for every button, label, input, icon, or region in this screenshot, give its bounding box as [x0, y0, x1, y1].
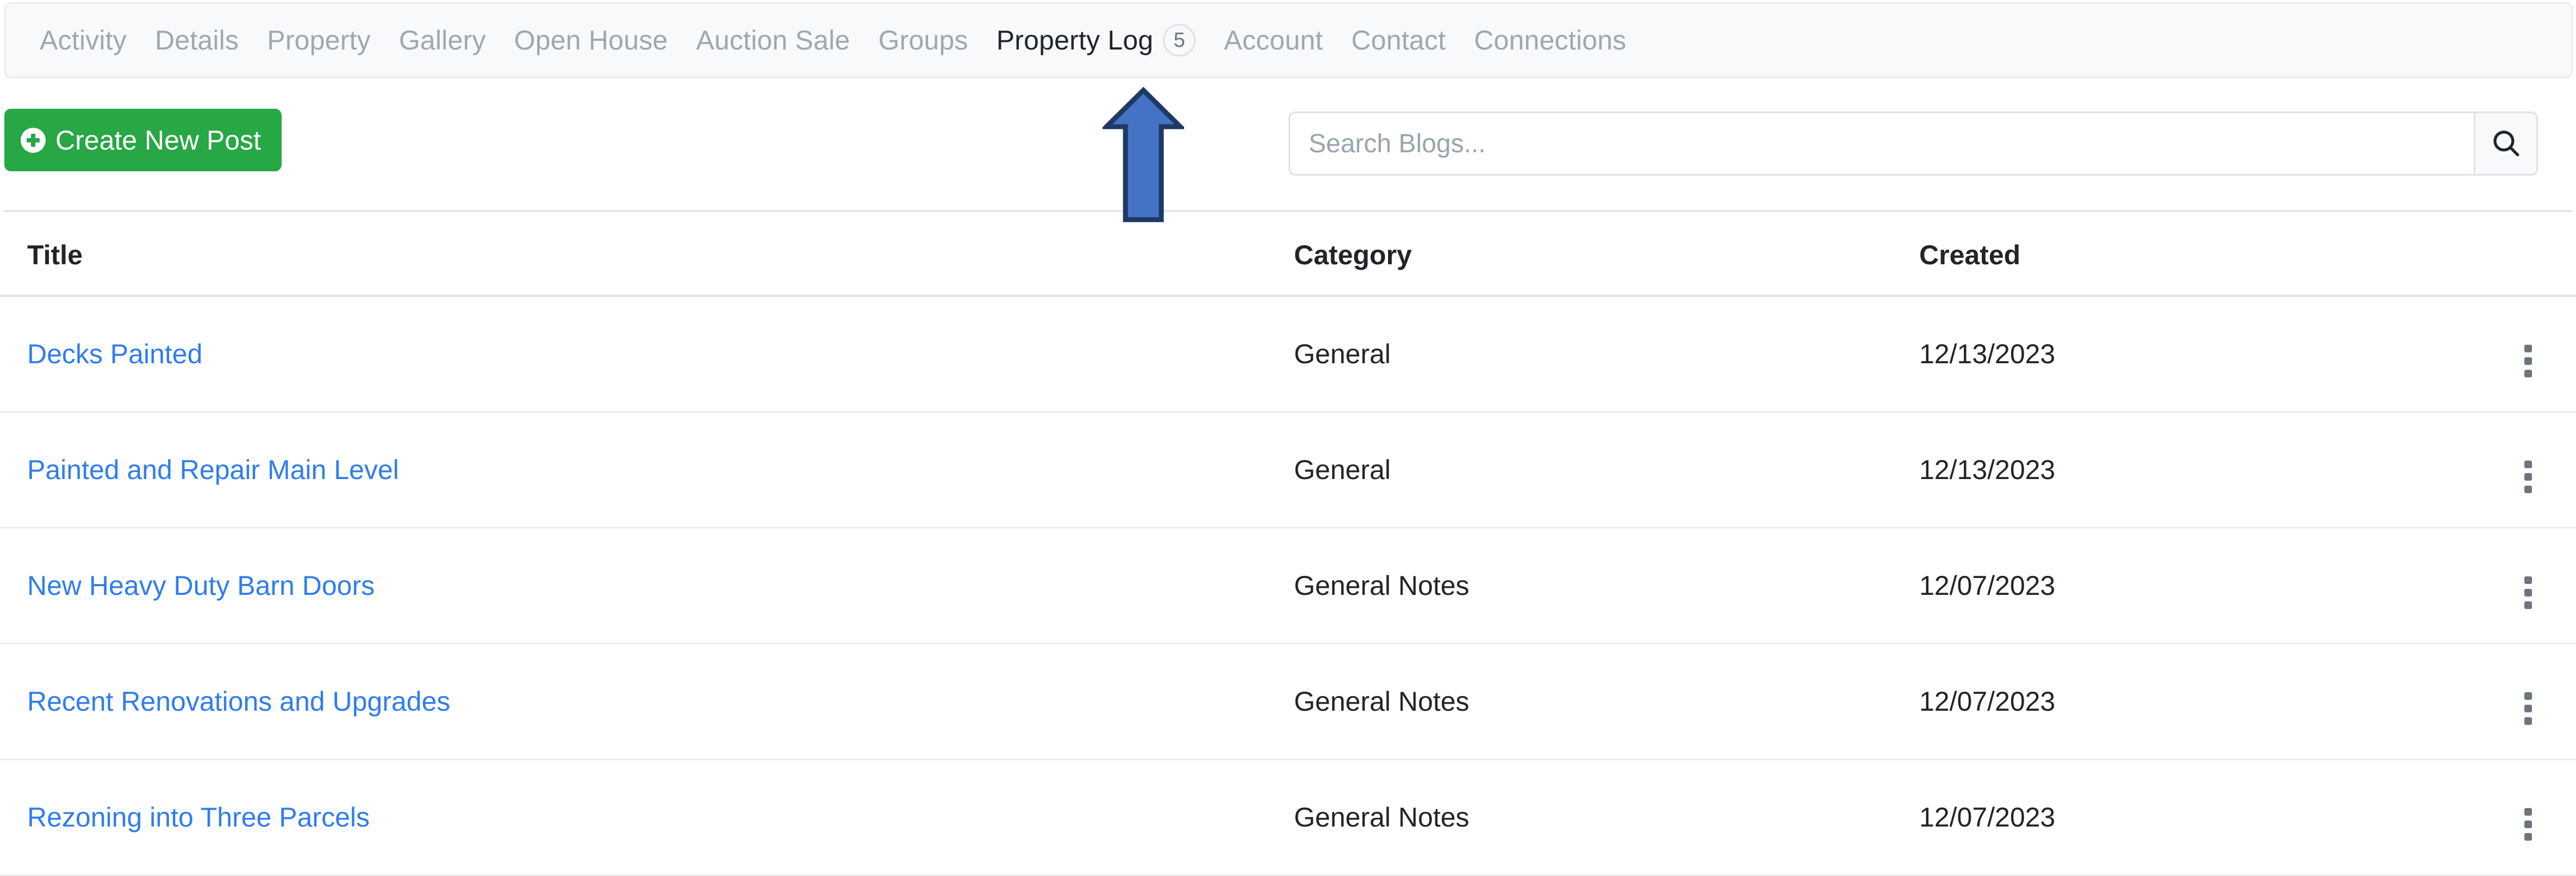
row-actions-cell: [2496, 296, 2576, 413]
tab-open-house-label: Open House: [514, 25, 668, 55]
row-category-cell: General Notes: [1272, 643, 1897, 760]
kebab-menu-icon[interactable]: [2521, 341, 2535, 381]
tab-account-label: Account: [1224, 25, 1323, 55]
row-category-cell: General: [1272, 412, 1897, 529]
table-row: Rezoning into Three Parcels General Note…: [0, 759, 2576, 876]
tab-auction-sale-label: Auction Sale: [696, 25, 850, 55]
tab-account[interactable]: Account: [1210, 27, 1337, 54]
row-actions-cell: [2496, 759, 2576, 876]
property-log-count-badge: 5: [1163, 24, 1196, 57]
property-log-table: Title Category Created Decks Painted Gen…: [0, 215, 2576, 876]
table-header-row: Title Category Created: [0, 215, 2576, 297]
tab-property-log-label: Property Log: [996, 25, 1154, 55]
row-created-cell: 12/07/2023: [1897, 527, 2496, 644]
tab-property-label: Property: [267, 25, 371, 55]
tab-auction-sale[interactable]: Auction Sale: [682, 27, 864, 54]
kebab-menu-icon[interactable]: [2521, 573, 2535, 612]
table-row: Recent Renovations and Upgrades General …: [0, 643, 2576, 760]
tab-gallery-label: Gallery: [399, 25, 486, 55]
post-title-link[interactable]: New Heavy Duty Barn Doors: [27, 570, 375, 601]
property-tabs-nav: Activity Details Property Gallery Open H…: [4, 2, 2573, 78]
post-title-link[interactable]: Painted and Repair Main Level: [27, 455, 399, 485]
row-created-cell: 12/13/2023: [1897, 296, 2496, 413]
column-header-category[interactable]: Category: [1272, 215, 1897, 297]
kebab-menu-icon[interactable]: [2521, 689, 2535, 728]
post-title-link[interactable]: Decks Painted: [27, 339, 202, 369]
tab-details-label: Details: [154, 25, 239, 55]
kebab-menu-icon[interactable]: [2521, 457, 2535, 496]
tab-contact[interactable]: Contact: [1337, 27, 1460, 54]
plus-circle-icon: [21, 127, 46, 153]
tab-details[interactable]: Details: [141, 27, 253, 54]
tab-groups[interactable]: Groups: [864, 27, 982, 54]
column-header-title[interactable]: Title: [0, 215, 1272, 297]
post-title-link[interactable]: Recent Renovations and Upgrades: [27, 686, 450, 717]
row-title-cell: Rezoning into Three Parcels: [0, 759, 1272, 876]
search-group: [1289, 111, 2538, 176]
tab-property-log[interactable]: Property Log 5: [982, 24, 1210, 57]
row-created-cell: 12/13/2023: [1897, 412, 2496, 529]
row-title-cell: New Heavy Duty Barn Doors: [0, 527, 1272, 644]
row-actions-cell: [2496, 643, 2576, 760]
row-title-cell: Recent Renovations and Upgrades: [0, 643, 1272, 760]
table-row: Painted and Repair Main Level General 12…: [0, 412, 2576, 529]
tab-groups-label: Groups: [878, 25, 968, 55]
tab-gallery[interactable]: Gallery: [385, 27, 500, 54]
row-actions-cell: [2496, 527, 2576, 644]
table-body: Decks Painted General 12/13/2023 Painted…: [0, 296, 2576, 876]
row-actions-cell: [2496, 412, 2576, 529]
search-icon: [2490, 127, 2522, 160]
row-title-cell: Decks Painted: [0, 296, 1272, 413]
tab-connections[interactable]: Connections: [1460, 27, 1640, 54]
kebab-menu-icon[interactable]: [2521, 805, 2535, 844]
row-title-cell: Painted and Repair Main Level: [0, 412, 1272, 529]
row-category-cell: General Notes: [1272, 527, 1897, 644]
table-header: Title Category Created: [0, 215, 2576, 297]
create-new-post-button[interactable]: Create New Post: [4, 109, 282, 171]
search-button[interactable]: [2474, 111, 2538, 176]
row-category-cell: General: [1272, 296, 1897, 413]
table-row: Decks Painted General 12/13/2023: [0, 296, 2576, 413]
post-title-link[interactable]: Rezoning into Three Parcels: [27, 802, 370, 832]
table-row: New Heavy Duty Barn Doors General Notes …: [0, 527, 2576, 644]
tab-activity-label: Activity: [40, 25, 127, 55]
row-category-cell: General Notes: [1272, 759, 1897, 876]
search-input[interactable]: [1289, 111, 2474, 176]
column-header-actions: [2496, 215, 2576, 297]
tab-contact-label: Contact: [1351, 25, 1446, 55]
tab-activity[interactable]: Activity: [26, 27, 141, 54]
row-created-cell: 12/07/2023: [1897, 643, 2496, 760]
tab-connections-label: Connections: [1474, 25, 1627, 55]
tab-property[interactable]: Property: [253, 27, 385, 54]
create-new-post-label: Create New Post: [55, 125, 261, 156]
column-header-created[interactable]: Created: [1897, 215, 2496, 297]
toolbar-divider: [4, 210, 2572, 212]
tab-open-house[interactable]: Open House: [500, 27, 682, 54]
row-created-cell: 12/07/2023: [1897, 759, 2496, 876]
